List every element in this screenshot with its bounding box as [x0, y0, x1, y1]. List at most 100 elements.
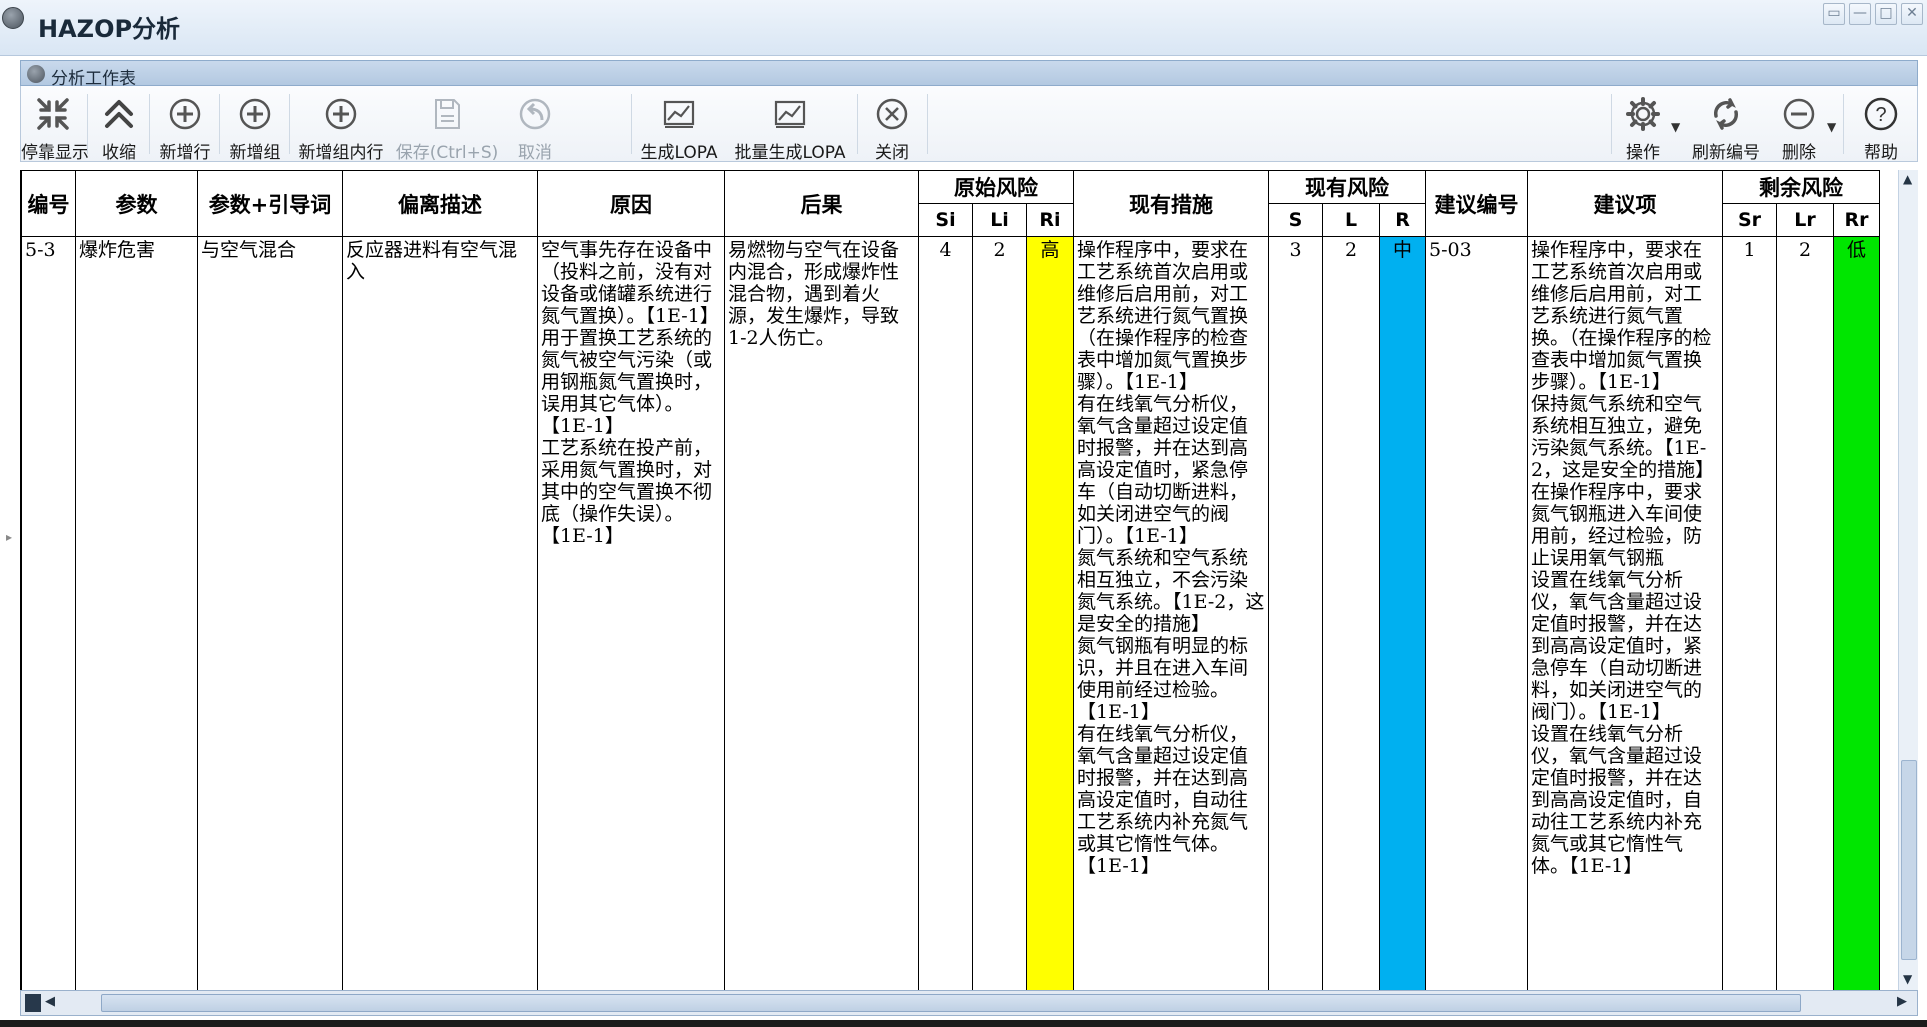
- scroll-up-arrow-icon[interactable]: ▲: [1903, 172, 1912, 186]
- header-lr[interactable]: Lr: [1776, 203, 1835, 237]
- operation-menu-button[interactable]: 操作: [1615, 86, 1671, 163]
- toolbar-separator: [289, 94, 290, 154]
- header-no[interactable]: 编号: [21, 170, 76, 237]
- toolbar-separator: [219, 94, 220, 154]
- worksheet-panel-header: 分析工作表: [20, 60, 1918, 89]
- cell-r-medium[interactable]: 中: [1379, 236, 1427, 990]
- help-button[interactable]: ? 帮助: [1851, 86, 1911, 163]
- cell-recommendation-no[interactable]: 5-03: [1425, 236, 1529, 990]
- chart-icon: [774, 100, 806, 128]
- delete-label: 删除: [1782, 143, 1816, 163]
- cell-si[interactable]: 4: [918, 236, 973, 990]
- pin-window-button[interactable]: ▭: [1823, 3, 1845, 25]
- toolbar-separator: [1611, 94, 1612, 154]
- collapse-button[interactable]: 收缩: [91, 86, 147, 163]
- header-sr[interactable]: Sr: [1722, 203, 1778, 237]
- cell-param-guideword[interactable]: 与空气混合: [197, 236, 343, 990]
- header-rr[interactable]: Rr: [1833, 203, 1881, 237]
- close-window-button[interactable]: ✕: [1901, 3, 1923, 25]
- generate-lopa-button[interactable]: 生成LOPA: [633, 86, 725, 163]
- cell-rr-low[interactable]: 低: [1833, 236, 1881, 990]
- side-splitter-handle[interactable]: ▸: [6, 530, 12, 544]
- save-button[interactable]: 保存(Ctrl+S): [395, 86, 499, 163]
- window-controls: ▭ — □ ✕: [1823, 3, 1923, 25]
- batch-generate-lopa-button[interactable]: 批量生成LOPA: [729, 86, 851, 163]
- minimize-window-button[interactable]: —: [1849, 3, 1871, 25]
- header-r[interactable]: R: [1379, 203, 1427, 237]
- cause-text: 空气事先存在设备中（投料之前，没有对设备或储罐系统进行氮气置换）。【1E-1】 …: [541, 239, 719, 547]
- header-initial-risk[interactable]: 原始风险: [917, 170, 1075, 204]
- panel-icon: [27, 65, 45, 83]
- add-group-row-label: 新增组内行: [298, 143, 384, 163]
- header-existing-measures[interactable]: 现有措施: [1073, 170, 1270, 237]
- cancel-button[interactable]: 取消: [507, 86, 563, 163]
- header-current-risk[interactable]: 现有风险: [1268, 170, 1427, 204]
- add-group-row-icon: [325, 98, 357, 130]
- cell-cause[interactable]: 空气事先存在设备中（投料之前，没有对设备或储罐系统进行氮气置换）。【1E-1】 …: [537, 236, 725, 990]
- toolbar-separator: [857, 94, 858, 154]
- cell-deviation[interactable]: 反应器进料有空气混入: [342, 236, 538, 990]
- header-recommendation-no[interactable]: 建议编号: [1425, 170, 1529, 237]
- scroll-right-arrow-icon[interactable]: ▶: [1897, 994, 1907, 1009]
- add-group-label: 新增组: [229, 143, 281, 163]
- add-group-row-button[interactable]: 新增组内行: [293, 86, 389, 163]
- toolbar-separator: [631, 94, 632, 154]
- add-row-button[interactable]: 新增行: [153, 86, 217, 163]
- cell-recommendation[interactable]: 操作程序中，要求在工艺系统首次启用或维修后启用前，对工艺系统进行氮气置换。（在操…: [1527, 236, 1724, 990]
- window-title-bar: HAZOP分析 ▭ — □ ✕: [0, 0, 1927, 56]
- header-param-guideword[interactable]: 参数+引导词: [197, 170, 343, 237]
- help-icon: ?: [1864, 97, 1898, 131]
- scroll-left-arrow-icon[interactable]: ◀: [45, 994, 55, 1009]
- add-group-button[interactable]: 新增组: [223, 86, 287, 163]
- cell-param[interactable]: 爆炸危害: [75, 236, 198, 990]
- header-deviation[interactable]: 偏离描述: [342, 170, 538, 237]
- header-param[interactable]: 参数: [75, 170, 198, 237]
- batch-generate-lopa-label: 批量生成LOPA: [734, 143, 846, 163]
- operation-dropdown-icon[interactable]: ▼: [1671, 120, 1680, 134]
- header-consequence[interactable]: 后果: [724, 170, 919, 237]
- header-ri[interactable]: Ri: [1025, 203, 1075, 237]
- dock-display-button[interactable]: 停靠显示: [21, 86, 89, 163]
- chart-icon: [663, 100, 695, 128]
- cell-li[interactable]: 2: [972, 236, 1027, 990]
- header-s[interactable]: S: [1268, 203, 1324, 237]
- cell-no[interactable]: 5-3: [21, 236, 76, 990]
- collapse-label: 收缩: [102, 143, 136, 163]
- horizontal-scroll-thumb[interactable]: [101, 994, 1801, 1012]
- help-label: 帮助: [1864, 143, 1898, 163]
- cell-sr[interactable]: 1: [1722, 236, 1778, 990]
- header-l[interactable]: L: [1322, 203, 1381, 237]
- dock-icon: [37, 98, 69, 130]
- maximize-window-button[interactable]: □: [1875, 3, 1897, 25]
- undo-icon: [519, 98, 551, 130]
- cell-l[interactable]: 2: [1322, 236, 1381, 990]
- scrollbar-corner: [25, 994, 41, 1012]
- table-row[interactable]: 5-3 爆炸危害 与空气混合 反应器进料有空气混入 空气事先存在设备中（投料之前…: [21, 236, 1881, 990]
- cell-ri-high[interactable]: 高: [1025, 236, 1075, 990]
- hazop-worksheet-grid: 编号 参数 参数+引导词 偏离描述 原因 后果 原始风险 现有措施 现有风险 建…: [20, 170, 1898, 990]
- delete-dropdown-icon[interactable]: ▼: [1827, 120, 1836, 134]
- vertical-scrollbar[interactable]: ▲ ▼: [1898, 170, 1918, 990]
- refresh-numbering-button[interactable]: 刷新编号: [1685, 86, 1767, 163]
- gear-icon: [1626, 97, 1660, 131]
- cell-consequence[interactable]: 易燃物与空气在设备内混合，形成爆炸性混合物，遇到着火源，发生爆炸，导致1-2人伤…: [724, 236, 919, 990]
- header-recommendation[interactable]: 建议项: [1527, 170, 1724, 237]
- delete-button[interactable]: 删除: [1773, 86, 1825, 163]
- cancel-label: 取消: [518, 143, 552, 163]
- header-li[interactable]: Li: [972, 203, 1027, 237]
- toolbar-separator: [149, 94, 150, 154]
- cell-s[interactable]: 3: [1268, 236, 1324, 990]
- scroll-down-arrow-icon[interactable]: ▼: [1903, 972, 1912, 986]
- app-logo-icon: [2, 7, 24, 29]
- horizontal-scrollbar[interactable]: ◀ ▶: [20, 990, 1918, 1016]
- vertical-scroll-thumb[interactable]: [1901, 760, 1917, 960]
- svg-text:?: ?: [1875, 104, 1886, 126]
- cell-lr[interactable]: 2: [1776, 236, 1835, 990]
- close-worksheet-button[interactable]: 关闭: [861, 86, 923, 163]
- cell-existing-measures[interactable]: 操作程序中，要求在工艺系统首次启用或维修后启用前，对工艺系统进行氮气置换（在操作…: [1073, 236, 1270, 990]
- refresh-icon: [1714, 98, 1738, 130]
- close-worksheet-label: 关闭: [875, 143, 909, 163]
- header-residual-risk[interactable]: 剩余风险: [1722, 170, 1881, 204]
- header-si[interactable]: Si: [918, 203, 973, 237]
- header-cause[interactable]: 原因: [537, 170, 725, 237]
